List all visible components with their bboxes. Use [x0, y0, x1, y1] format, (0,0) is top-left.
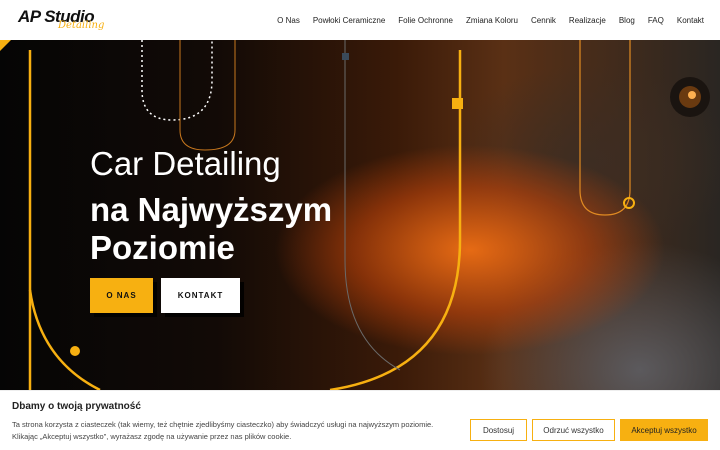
- nav-item-cennik[interactable]: Cennik: [531, 16, 556, 25]
- nav-item-o-nas[interactable]: O Nas: [277, 16, 300, 25]
- site-header: AP Studio Detailing O Nas Powłoki Cerami…: [0, 0, 720, 40]
- nav-item-kontakt[interactable]: Kontakt: [677, 16, 704, 25]
- nav-item-zmiana-koloru[interactable]: Zmiana Koloru: [466, 16, 518, 25]
- logo-sub-text: Detailing: [58, 20, 105, 31]
- cookie-text: Ta strona korzysta z ciasteczek (tak wie…: [12, 420, 434, 441]
- site-logo[interactable]: AP Studio Detailing: [18, 5, 104, 35]
- cookie-customize-button[interactable]: Dostosuj: [470, 419, 527, 441]
- o-nas-button[interactable]: O NAS: [90, 278, 153, 313]
- nav-item-realizacje[interactable]: Realizacje: [569, 16, 606, 25]
- cookie-accept-button[interactable]: Akceptuj wszystko: [620, 419, 708, 441]
- nav-item-powloki-ceramiczne[interactable]: Powłoki Ceramiczne: [313, 16, 385, 25]
- nav-item-folie-ochronne[interactable]: Folie Ochronne: [398, 16, 453, 25]
- hero-title-bold: na Najwyższym Poziomie: [90, 191, 333, 266]
- title-accent-triangle-icon: [0, 40, 11, 51]
- cookie-reject-button[interactable]: Odrzuć wszystko: [532, 419, 615, 441]
- hero-title-light: Car Detailing: [90, 145, 281, 182]
- kontakt-button[interactable]: KONTAKT: [161, 278, 240, 313]
- main-nav: O Nas Powłoki Ceramiczne Folie Ochronne …: [264, 16, 704, 25]
- nav-item-faq[interactable]: FAQ: [648, 16, 664, 25]
- nav-item-blog[interactable]: Blog: [619, 16, 635, 25]
- cookie-title: Dbamy o twoją prywatność: [12, 401, 141, 412]
